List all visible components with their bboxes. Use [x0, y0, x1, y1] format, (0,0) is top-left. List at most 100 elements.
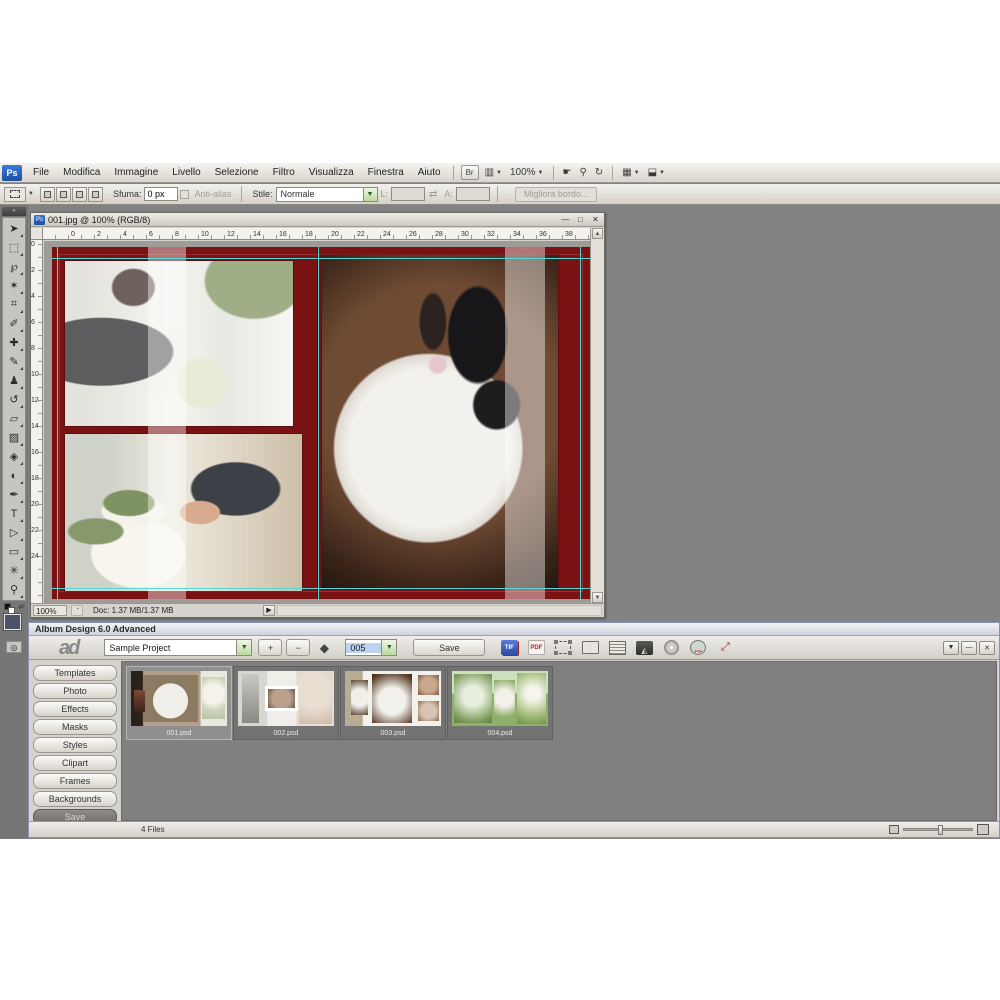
- album-panel-title[interactable]: Album Design 6.0 Advanced: [29, 623, 999, 636]
- thumbnail-004.psd[interactable]: 004.psd: [447, 666, 553, 740]
- slider-thumb[interactable]: [938, 825, 943, 835]
- menu-item[interactable]: Livello: [165, 165, 207, 180]
- status-zoom-field[interactable]: 100%: [33, 605, 67, 616]
- menu-item[interactable]: Visualizza: [302, 165, 361, 180]
- project-select[interactable]: Sample Project ▼: [104, 639, 252, 656]
- ftp-upload-button[interactable]: FTP: [688, 639, 708, 657]
- screen-mode-button[interactable]: ⬓▼: [648, 167, 665, 178]
- close-button[interactable]: ✕: [589, 214, 602, 225]
- sidebar-button[interactable]: Templates: [33, 665, 117, 681]
- selection-new-button[interactable]: [40, 187, 55, 202]
- path-select-tool[interactable]: ▷: [4, 523, 24, 542]
- menu-item[interactable]: Selezione: [208, 165, 266, 180]
- hand-tool-button[interactable]: ☛: [563, 167, 572, 178]
- vertical-scrollbar[interactable]: ▲ ▼: [590, 228, 604, 603]
- type-tool[interactable]: T: [4, 504, 24, 523]
- swap-colors-icon[interactable]: ⇄: [18, 603, 24, 611]
- small-thumbnails-icon[interactable]: [889, 825, 899, 834]
- selection-intersect-button[interactable]: [88, 187, 103, 202]
- sidebar-button[interactable]: Styles: [33, 737, 117, 753]
- marquee-tool[interactable]: ⬚: [4, 238, 24, 257]
- save-button[interactable]: Save: [413, 639, 485, 656]
- panel-close-button[interactable]: ✕: [979, 641, 995, 655]
- default-colors-icon[interactable]: [8, 607, 15, 614]
- thumbnail-area[interactable]: 001.psd002.psd003.psd004.psd: [121, 661, 997, 821]
- sidebar-button[interactable]: Effects: [33, 701, 117, 717]
- image-export-button[interactable]: ◭: [634, 639, 654, 657]
- healing-brush-tool[interactable]: ✚: [4, 333, 24, 352]
- blur-tool[interactable]: ◈: [4, 447, 24, 466]
- tool-preset-button[interactable]: [4, 187, 26, 202]
- frame-tool-button[interactable]: [553, 639, 573, 657]
- sidebar-button[interactable]: Photo: [33, 683, 117, 699]
- document-title-bar[interactable]: Ps 001.jpg @ 100% (RGB/8) — □ ✕: [31, 213, 604, 227]
- style-select[interactable]: Normale ▼: [276, 187, 378, 202]
- panel-minimize-button[interactable]: —: [961, 641, 977, 655]
- feather-input[interactable]: [144, 187, 178, 201]
- ps-logo-icon[interactable]: Ps: [2, 165, 22, 181]
- pen-tool[interactable]: ✒: [4, 485, 24, 504]
- sidebar-button[interactable]: Clipart: [33, 755, 117, 771]
- menu-item[interactable]: Finestra: [361, 165, 411, 180]
- panel-collapse-button[interactable]: ▼: [943, 641, 959, 655]
- zoom-level[interactable]: 100%▼: [510, 167, 544, 178]
- clone-stamp-tool[interactable]: ♟: [4, 371, 24, 390]
- bridge-button[interactable]: Br: [461, 165, 479, 180]
- scroll-up-icon[interactable]: ▲: [592, 228, 603, 239]
- crop-tool[interactable]: ⌗: [4, 295, 24, 314]
- menu-item[interactable]: Immagine: [107, 165, 165, 180]
- menu-item[interactable]: Modifica: [56, 165, 107, 180]
- zoom-tool[interactable]: ⚲: [4, 580, 24, 599]
- slider-track[interactable]: [903, 828, 973, 831]
- export-pdf-button[interactable]: PDF: [526, 639, 546, 657]
- selection-add-button[interactable]: [56, 187, 71, 202]
- brush-tool[interactable]: ✎: [4, 352, 24, 371]
- rotate-view-button[interactable]: ↻: [595, 167, 603, 178]
- selection-subtract-button[interactable]: [72, 187, 87, 202]
- history-brush-tool[interactable]: ↺: [4, 390, 24, 409]
- menu-item[interactable]: File: [26, 165, 56, 180]
- minimize-button[interactable]: —: [559, 214, 572, 225]
- large-thumbnails-icon[interactable]: [977, 824, 989, 835]
- resize-button[interactable]: ⤢: [715, 639, 735, 657]
- add-project-button[interactable]: +: [258, 639, 282, 656]
- quick-mask-button[interactable]: ◎: [6, 641, 22, 653]
- maximize-button[interactable]: □: [574, 214, 587, 225]
- arrange-documents-button[interactable]: ▦▼: [622, 167, 639, 178]
- menu-item[interactable]: Filtro: [266, 165, 302, 180]
- shape-tool[interactable]: ▭: [4, 542, 24, 561]
- thumbnail-003.psd[interactable]: 003.psd: [340, 666, 446, 740]
- burn-cd-button[interactable]: [661, 639, 681, 657]
- antialias-checkbox[interactable]: [180, 190, 189, 199]
- dodge-tool[interactable]: ◐: [4, 466, 24, 485]
- thumbnail-001.psd[interactable]: 001.psd: [126, 666, 232, 740]
- status-menu-button[interactable]: ▶: [263, 605, 275, 616]
- move-tool[interactable]: ➤: [4, 219, 24, 238]
- package-icon[interactable]: ◆: [314, 639, 334, 657]
- page-number-select[interactable]: 005 ▼: [345, 639, 397, 656]
- gradient-tool[interactable]: ▨: [4, 428, 24, 447]
- canvas[interactable]: [44, 241, 590, 603]
- hand-tool[interactable]: ✳: [4, 561, 24, 580]
- eraser-tool[interactable]: ▱: [4, 409, 24, 428]
- remove-project-button[interactable]: −: [286, 639, 310, 656]
- album-preview-button[interactable]: [580, 639, 600, 657]
- view-extras-button[interactable]: ▥▼: [485, 167, 502, 178]
- zoom-tool-button[interactable]: ⚲: [579, 167, 586, 178]
- sidebar-button[interactable]: Backgrounds: [33, 791, 117, 807]
- sidebar-button[interactable]: Frames: [33, 773, 117, 789]
- foreground-color-swatch[interactable]: [4, 614, 21, 630]
- lasso-tool[interactable]: ℘: [4, 257, 24, 276]
- thumbnail-002.psd[interactable]: 002.psd: [233, 666, 339, 740]
- export-tif-button[interactable]: TIF: [499, 639, 519, 657]
- magic-wand-tool[interactable]: ✶: [4, 276, 24, 295]
- menu-item[interactable]: Aiuto: [411, 165, 448, 180]
- eyedropper-tool[interactable]: ✐: [4, 314, 24, 333]
- horizontal-scrollbar[interactable]: [277, 605, 602, 616]
- marquee-icon: [10, 190, 20, 198]
- scroll-down-icon[interactable]: ▼: [592, 592, 603, 603]
- sidebar-button[interactable]: Masks: [33, 719, 117, 735]
- contact-sheet-button[interactable]: [607, 639, 627, 657]
- tools-panel-header[interactable]: »: [2, 207, 26, 216]
- album-spread[interactable]: [52, 247, 590, 599]
